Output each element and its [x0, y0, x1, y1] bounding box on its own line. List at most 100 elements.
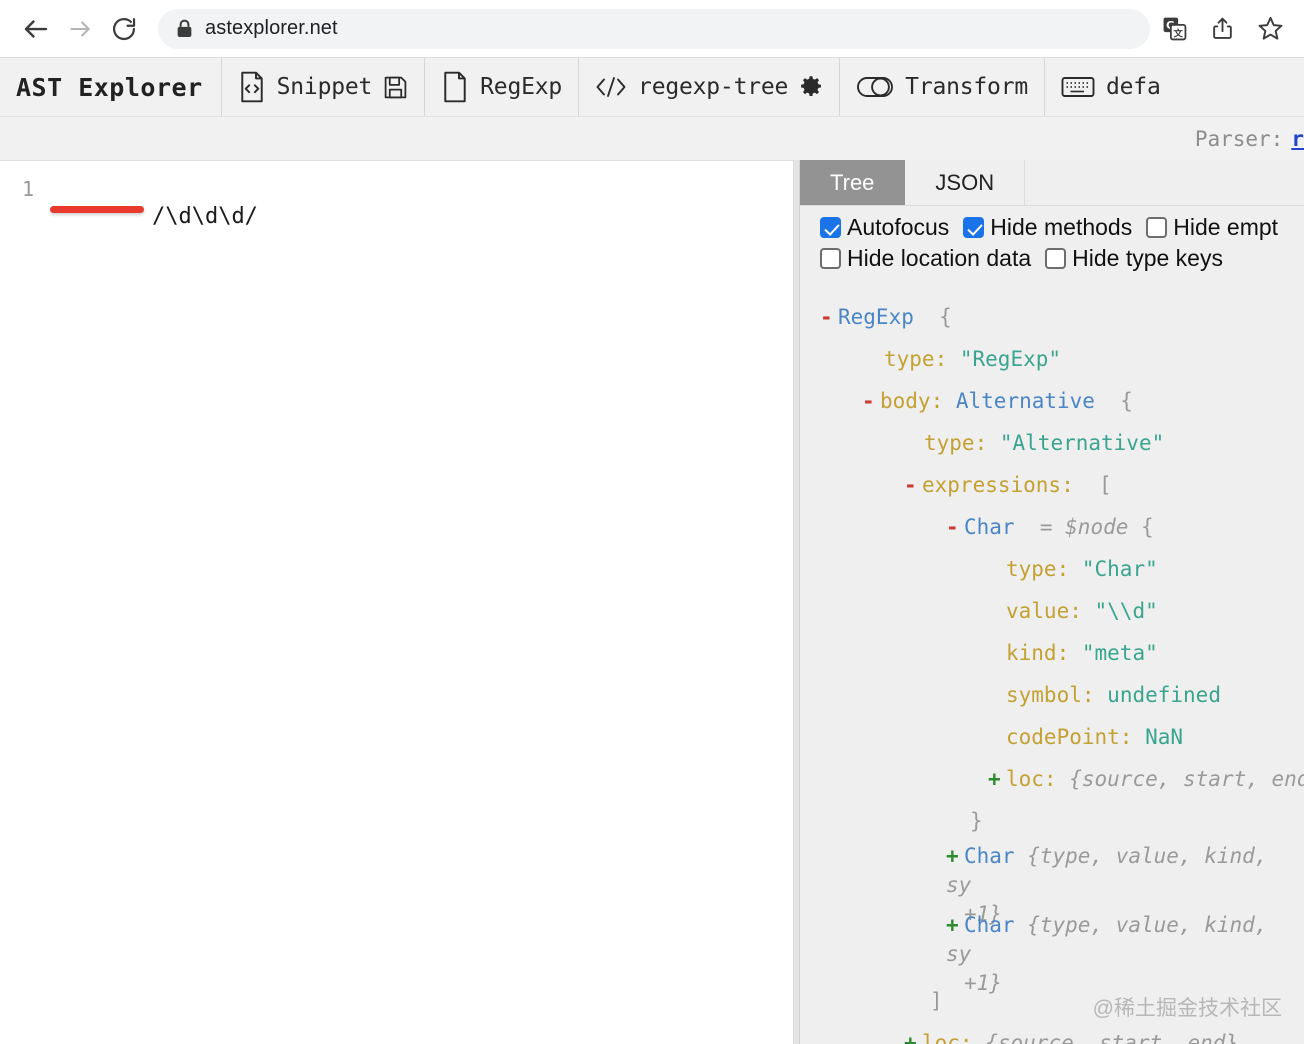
checkbox-hide-empty-keys[interactable] — [1146, 217, 1168, 238]
code-line[interactable]: 1 /\d\d\d/ — [0, 161, 793, 287]
prop-key: type: — [1006, 557, 1070, 581]
open-bracket: [ — [1099, 473, 1112, 497]
code-source-text: /\d\d\d/ — [151, 204, 258, 229]
back-arrow-icon[interactable] — [14, 7, 58, 51]
parser-name-label: regexp-tree — [638, 74, 789, 100]
prop-value: undefined — [1107, 683, 1221, 707]
toggle-icon[interactable]: + — [988, 758, 1006, 800]
toggle-switch-icon[interactable] — [856, 74, 894, 100]
prop-value: "\\d" — [1094, 599, 1158, 623]
close-bracket: ] — [930, 989, 943, 1013]
prop-key: type: — [884, 347, 948, 371]
option-hide-empty-keys[interactable]: Hide empt — [1146, 212, 1278, 243]
option-autofocus-label: Autofocus — [847, 214, 950, 240]
tree-prop-type-char: type: "Char" — [820, 548, 1304, 590]
keymap-group[interactable]: defa — [1045, 58, 1177, 116]
parser-group[interactable]: regexp-tree — [579, 58, 841, 116]
language-group[interactable]: RegExp — [425, 58, 580, 116]
line-number: 1 — [21, 177, 34, 201]
toggle-icon[interactable]: - — [904, 464, 922, 506]
tree-prop-loc-inner[interactable]: + loc: {source, start, end} — [820, 758, 1304, 800]
tree-prop-codepoint: codePoint: NaN — [820, 716, 1304, 758]
tree-node-body-alternative[interactable]: - body: Alternative { — [820, 380, 1304, 422]
share-icon[interactable] — [1208, 15, 1236, 43]
checkbox-autofocus[interactable] — [820, 217, 841, 238]
address-bar[interactable]: astexplorer.net — [158, 8, 1150, 49]
ast-tree[interactable]: - RegExp { type: "RegExp" - body: Alternat… — [800, 282, 1304, 1044]
toggle-icon[interactable]: + — [946, 911, 964, 940]
tree-prop-symbol: symbol: undefined — [820, 674, 1304, 716]
tab-filler — [1025, 160, 1304, 205]
prop-value: "Char" — [1081, 557, 1158, 581]
bookmark-star-icon[interactable] — [1256, 15, 1284, 43]
checkbox-hide-type-keys[interactable] — [1045, 248, 1067, 269]
prop-value: "RegExp" — [959, 347, 1062, 371]
checkbox-hide-methods[interactable] — [963, 217, 985, 238]
parser-row-link[interactable]: r — [1291, 127, 1304, 151]
snippet-group[interactable]: Snippet — [222, 58, 426, 116]
browser-toolbar: astexplorer.net G文 — [0, 0, 1304, 57]
tree-node-regexp[interactable]: - RegExp { — [820, 296, 1304, 338]
forward-arrow-icon[interactable] — [58, 7, 102, 51]
code-editor-pane[interactable]: 1 /\d\d\d/ — [0, 160, 793, 1044]
option-hide-location-data[interactable]: Hide location data — [820, 243, 1031, 274]
prop-key: value: — [1006, 599, 1082, 623]
translate-icon[interactable]: G文 — [1160, 15, 1188, 43]
toggle-icon[interactable]: + — [904, 1022, 922, 1044]
parser-row-label: Parser: — [1194, 126, 1284, 151]
open-brace: { — [1120, 389, 1133, 413]
language-label: RegExp — [480, 74, 563, 100]
watermark: @稀土掘金技术社区 — [1092, 997, 1282, 1020]
option-hide-type-keys[interactable]: Hide type keys — [1045, 243, 1223, 274]
tree-prop-value: value: "\\d" — [820, 590, 1304, 632]
red-underline-annotation-editor — [50, 206, 144, 213]
tree-prop-expressions[interactable]: - expressions: [ — [820, 464, 1304, 506]
save-icon[interactable] — [383, 75, 408, 100]
code-content[interactable]: /\d\d\d/ — [46, 175, 258, 287]
pane-splitter[interactable] — [793, 160, 800, 1044]
reload-icon[interactable] — [102, 7, 146, 51]
toggle-icon[interactable]: + — [946, 842, 964, 871]
app-title: AST Explorer — [0, 58, 222, 116]
browser-actions: G文 — [1160, 15, 1290, 43]
secure-lock-icon — [176, 19, 193, 38]
tree-prop-type-regexp: type: "RegExp" — [820, 338, 1304, 380]
toggle-icon[interactable]: - — [820, 296, 838, 338]
app-toolbar: AST Explorer Snippet RegExp regexp-tree — [0, 57, 1304, 117]
toggle-icon[interactable]: - — [862, 380, 880, 422]
node-type-name: RegExp — [838, 305, 914, 329]
prop-key: body: — [880, 389, 944, 413]
open-brace: { — [1141, 515, 1154, 539]
tab-tree[interactable]: Tree — [800, 160, 906, 205]
gear-icon[interactable] — [799, 75, 823, 99]
tree-options: Autofocus Hide methods Hide empt Hide lo… — [800, 206, 1304, 282]
tree-prop-type-alternative: type: "Alternative" — [820, 422, 1304, 464]
transform-label: Transform — [905, 74, 1028, 100]
document-icon — [441, 71, 469, 103]
tree-node-char-collapsed-1[interactable]: + Char {type, value, kind, sy +1} — [820, 842, 1304, 926]
options-row-2: Hide location data Hide type keys — [820, 243, 1304, 274]
tree-prop-kind: kind: "meta" — [820, 632, 1304, 674]
tree-node-char-expanded[interactable]: - Char = $node { — [820, 506, 1304, 548]
prop-key: loc: — [922, 1031, 973, 1044]
prop-key: loc: — [1006, 767, 1057, 791]
option-hide-type-keys-label: Hide type keys — [1072, 245, 1223, 271]
option-hide-empty-keys-label: Hide empt — [1173, 214, 1279, 240]
ast-output-pane: Tree JSON Autofocus Hide methods Hide em… — [800, 160, 1304, 1044]
prop-key: codePoint: — [1006, 725, 1133, 749]
tree-node-char-collapsed-2[interactable]: + Char {type, value, kind, sy +1} — [820, 911, 1304, 995]
tab-json[interactable]: JSON — [905, 160, 1026, 205]
angle-brackets-icon — [595, 74, 627, 100]
close-brace: } — [970, 809, 983, 833]
options-row-1: Autofocus Hide methods Hide empt — [820, 212, 1304, 243]
toggle-icon[interactable]: - — [946, 506, 964, 548]
snippet-label: Snippet — [276, 74, 373, 100]
node-type-name: Char — [964, 515, 1015, 539]
option-autofocus[interactable]: Autofocus — [820, 212, 949, 243]
tree-prop-loc-outer[interactable]: + loc: {source, start, end} — [820, 1022, 1304, 1044]
prop-value: "meta" — [1081, 641, 1158, 665]
transform-group[interactable]: Transform — [840, 58, 1045, 116]
node-type-name: Alternative — [955, 389, 1095, 413]
option-hide-methods[interactable]: Hide methods — [963, 212, 1132, 243]
checkbox-hide-location-data[interactable] — [820, 248, 841, 269]
